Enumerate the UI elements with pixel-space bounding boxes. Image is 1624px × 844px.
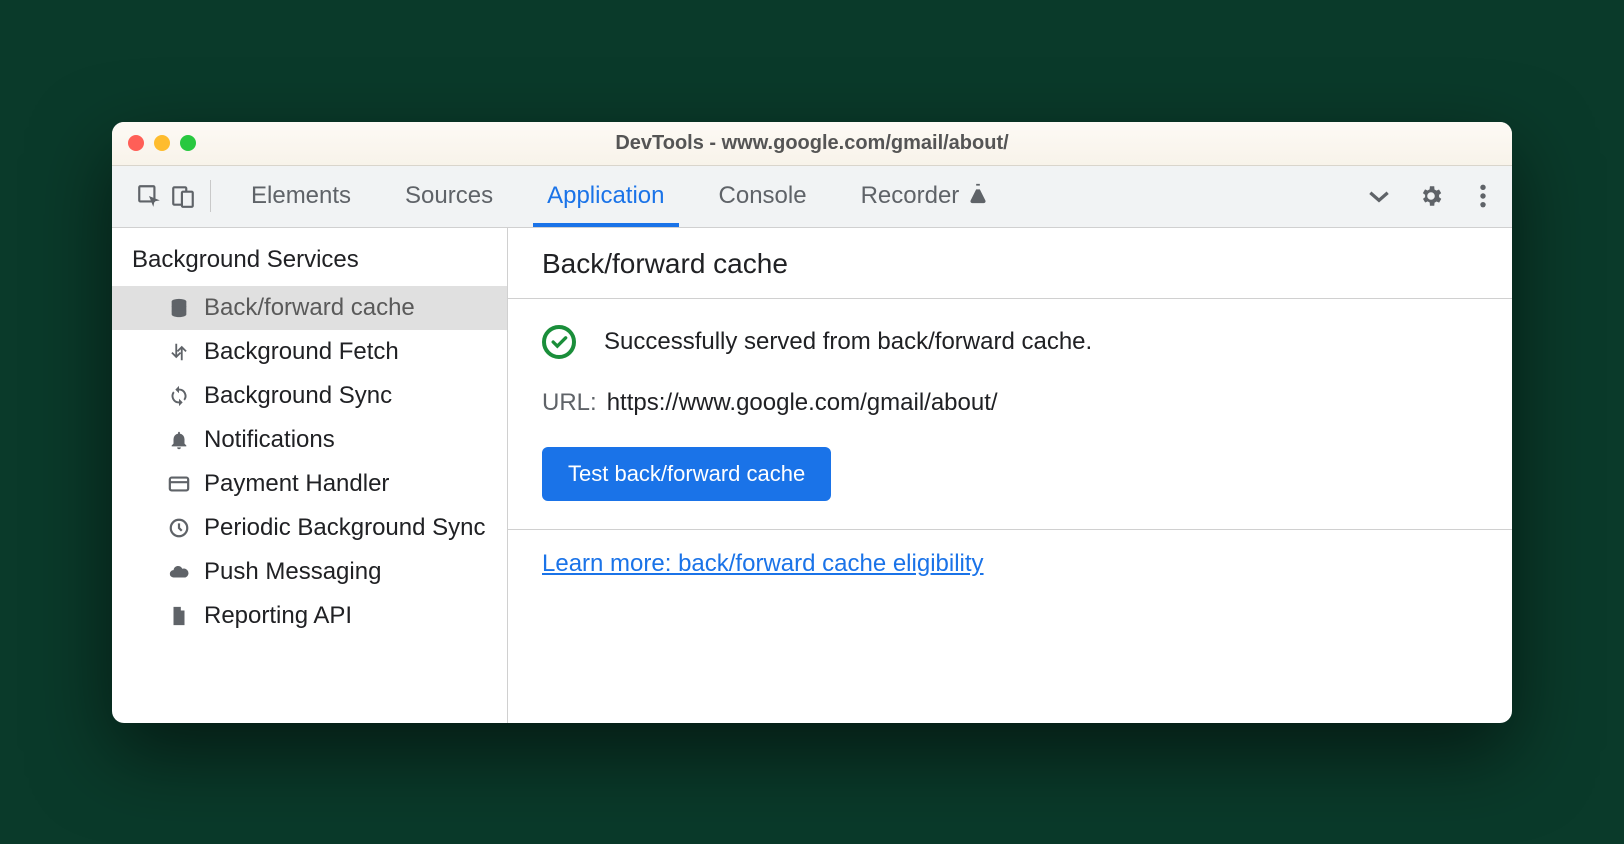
sidebar-item-label: Periodic Background Sync xyxy=(204,514,485,542)
panel-footer: Learn more: back/forward cache eligibili… xyxy=(508,530,1512,598)
tab-bar: Elements Sources Application Console Rec… xyxy=(225,166,1350,227)
inspect-icon[interactable] xyxy=(132,179,166,213)
database-icon xyxy=(168,297,190,319)
sidebar-item-label: Push Messaging xyxy=(204,558,381,586)
card-icon xyxy=(168,473,190,495)
tab-label: Sources xyxy=(405,182,493,210)
success-check-icon xyxy=(542,325,576,359)
tab-recorder[interactable]: Recorder xyxy=(835,166,1016,227)
panel-body: Background Services Back/forward cache B… xyxy=(112,228,1512,723)
tab-label: Recorder xyxy=(861,182,960,210)
tab-sources[interactable]: Sources xyxy=(379,166,519,227)
sidebar-item-periodic[interactable]: Periodic Background Sync xyxy=(112,506,507,550)
tab-elements[interactable]: Elements xyxy=(225,166,377,227)
more-tabs-icon[interactable] xyxy=(1362,179,1396,213)
sidebar-item-push[interactable]: Push Messaging xyxy=(112,550,507,594)
transfer-icon xyxy=(168,341,190,363)
sidebar-item-bgfetch[interactable]: Background Fetch xyxy=(112,330,507,374)
sidebar-section-title: Background Services xyxy=(112,228,507,286)
sidebar-item-label: Notifications xyxy=(204,426,335,454)
tab-console[interactable]: Console xyxy=(693,166,833,227)
kebab-icon[interactable] xyxy=(1466,179,1500,213)
devtools-window: DevTools - www.google.com/gmail/about/ E… xyxy=(112,122,1512,723)
panel-heading: Back/forward cache xyxy=(508,228,1512,299)
panel-content: Successfully served from back/forward ca… xyxy=(508,299,1512,530)
clock-icon xyxy=(168,517,190,539)
sidebar-item-bfcache[interactable]: Back/forward cache xyxy=(112,286,507,330)
sidebar-item-label: Back/forward cache xyxy=(204,294,415,322)
sidebar-item-label: Payment Handler xyxy=(204,470,389,498)
sidebar-item-bgsync[interactable]: Background Sync xyxy=(112,374,507,418)
url-label: URL: xyxy=(542,389,597,417)
file-icon xyxy=(168,605,190,627)
titlebar: DevTools - www.google.com/gmail/about/ xyxy=(112,122,1512,166)
main-panel: Back/forward cache Successfully served f… xyxy=(508,228,1512,723)
device-toggle-icon[interactable] xyxy=(166,179,200,213)
status-row: Successfully served from back/forward ca… xyxy=(542,325,1478,359)
gear-icon[interactable] xyxy=(1414,179,1448,213)
cloud-icon xyxy=(168,561,190,583)
toolbar: Elements Sources Application Console Rec… xyxy=(112,166,1512,228)
url-row: URL: https://www.google.com/gmail/about/ xyxy=(542,389,1478,417)
url-value: https://www.google.com/gmail/about/ xyxy=(607,389,998,417)
sidebar: Background Services Back/forward cache B… xyxy=(112,228,508,723)
bell-icon xyxy=(168,429,190,451)
tab-label: Elements xyxy=(251,182,351,210)
toolbar-right xyxy=(1362,179,1500,213)
sidebar-item-notifications[interactable]: Notifications xyxy=(112,418,507,462)
sidebar-item-reporting[interactable]: Reporting API xyxy=(112,594,507,638)
sidebar-item-label: Background Sync xyxy=(204,382,392,410)
sidebar-item-label: Background Fetch xyxy=(204,338,399,366)
tab-label: Application xyxy=(547,182,664,210)
learn-more-link[interactable]: Learn more: back/forward cache eligibili… xyxy=(542,550,984,577)
sync-icon xyxy=(168,385,190,407)
sidebar-item-label: Reporting API xyxy=(204,602,352,630)
tab-application[interactable]: Application xyxy=(521,166,690,227)
status-text: Successfully served from back/forward ca… xyxy=(604,328,1092,356)
flask-icon xyxy=(967,182,989,211)
window-title: DevTools - www.google.com/gmail/about/ xyxy=(112,132,1512,155)
sidebar-item-payment[interactable]: Payment Handler xyxy=(112,462,507,506)
tab-label: Console xyxy=(719,182,807,210)
test-bfcache-button[interactable]: Test back/forward cache xyxy=(542,447,831,501)
separator xyxy=(210,180,211,212)
